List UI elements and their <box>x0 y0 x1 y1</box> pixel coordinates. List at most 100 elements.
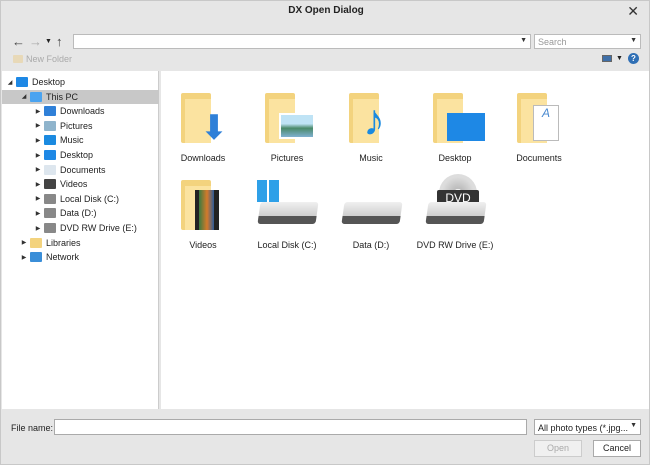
file-item[interactable]: Pictures <box>245 81 329 166</box>
drive-icon <box>257 202 319 224</box>
expand-arrow-icon[interactable]: ▶ <box>34 166 42 173</box>
tree-item-label: Documents <box>60 164 106 175</box>
address-bar[interactable]: ▼ <box>73 34 531 49</box>
picture-icon <box>279 113 315 139</box>
folder-icon <box>181 180 225 230</box>
expand-arrow-icon[interactable]: ▶ <box>34 210 42 217</box>
film-icon <box>195 190 219 230</box>
file-item[interactable]: A Documents <box>497 81 581 166</box>
file-item[interactable]: Desktop <box>413 81 497 166</box>
file-item-label: Documents <box>516 153 562 163</box>
collapse-arrow-icon[interactable]: ◢ <box>20 93 28 100</box>
history-dropdown-icon[interactable]: ▼ <box>45 38 52 45</box>
up-button[interactable]: ↑ <box>56 34 63 49</box>
expand-arrow-icon[interactable]: ▶ <box>34 108 42 115</box>
tree-item-label: Data (D:) <box>60 208 97 219</box>
tree-item-label: Desktop <box>60 150 94 160</box>
dvd-drive-icon <box>44 223 56 233</box>
local-disk-icon <box>44 193 56 204</box>
file-item-label: Downloads <box>180 153 226 163</box>
tree-item-label: Local Disk (C:) <box>60 193 120 204</box>
tree-item-label: This PC <box>46 91 79 102</box>
windows-logo-icon <box>257 180 279 202</box>
tree-item-label: Videos <box>60 179 88 190</box>
file-name-input[interactable] <box>54 419 527 435</box>
folder-icon: ♪ <box>349 93 393 145</box>
documents-icon <box>44 164 56 175</box>
expand-arrow-icon[interactable]: ▶ <box>34 181 42 188</box>
expand-arrow-icon[interactable]: ▶ <box>34 152 42 159</box>
tree-item[interactable]: ▶ Local Disk (C:) <box>2 192 159 206</box>
folder-tree[interactable]: ◢ Desktop ◢ This PC ▶ Downloads ▶ Pictures ▶ Musi… <box>2 71 159 409</box>
new-folder-label: New Folder <box>26 54 73 64</box>
new-folder-button[interactable]: New Folder <box>13 54 72 64</box>
file-item[interactable]: Local Disk (C:) <box>245 168 329 253</box>
expand-arrow-icon[interactable]: ▶ <box>34 122 42 129</box>
expand-arrow-icon[interactable]: ▶ <box>34 225 42 232</box>
file-item[interactable]: Videos <box>161 168 245 253</box>
tree-item-label: Libraries <box>46 237 81 248</box>
tree-item[interactable]: ▶ Desktop <box>2 148 159 162</box>
expand-arrow-icon[interactable]: ▶ <box>34 195 42 202</box>
downloads-icon <box>44 106 56 117</box>
file-item[interactable]: ♪ Music <box>329 81 413 166</box>
chevron-down-icon: ▼ <box>630 422 637 429</box>
tree-item[interactable]: ▶ DVD RW Drive (E:) <box>2 221 159 235</box>
tree-item[interactable]: ▶ Libraries <box>2 236 159 250</box>
music-icon <box>44 135 56 146</box>
file-item-label: Videos <box>189 240 217 250</box>
forward-button[interactable]: → <box>29 34 42 49</box>
file-list[interactable]: ⬇ Downloads Pictures ♪ Music Desktop A Document… <box>161 71 649 409</box>
close-icon[interactable]: ✕ <box>627 3 639 20</box>
libraries-icon <box>30 237 42 248</box>
desktop-monitor-icon <box>447 113 485 141</box>
drive-icon <box>425 202 487 224</box>
file-item[interactable]: DVD DVD RW Drive (E:) <box>413 168 497 253</box>
tree-item[interactable]: ▶ Data (D:) <box>2 206 159 220</box>
folder-icon: ⬇ <box>181 93 228 145</box>
view-mode-icon[interactable] <box>602 55 612 62</box>
network-icon <box>30 252 42 263</box>
tree-item-label: Music <box>60 135 84 146</box>
file-type-select[interactable]: All photo types (*.jpg... ▼ <box>534 419 641 435</box>
tree-item[interactable]: ▶ Videos <box>2 177 159 191</box>
tree-item[interactable]: ◢ This PC <box>2 89 159 104</box>
drive-icon <box>341 202 403 224</box>
tree-item[interactable]: ▶ Network <box>2 250 159 264</box>
help-icon[interactable]: ? <box>628 53 639 64</box>
desktop-icon <box>44 150 56 160</box>
tree-item-label: Desktop <box>32 77 66 87</box>
drive-icon <box>44 208 56 219</box>
cancel-button[interactable]: Cancel <box>593 440 641 457</box>
expand-arrow-icon[interactable]: ▶ <box>20 254 28 261</box>
folder-icon: A <box>517 93 561 143</box>
expand-arrow-icon[interactable]: ▶ <box>20 239 28 246</box>
desktop-icon <box>16 77 28 87</box>
chevron-down-icon[interactable]: ▼ <box>520 37 527 44</box>
file-name-label: File name: <box>11 423 54 433</box>
collapse-arrow-icon[interactable]: ◢ <box>6 79 14 86</box>
tree-item[interactable]: ▶ Downloads <box>2 104 159 118</box>
folder-icon <box>433 93 485 143</box>
tree-item-label: Network <box>46 252 80 263</box>
file-item[interactable]: ⬇ Downloads <box>161 81 245 166</box>
open-button[interactable]: Open <box>534 440 582 457</box>
tree-item[interactable]: ▶ Music <box>2 133 159 147</box>
tree-item[interactable]: ◢ Desktop <box>2 75 159 89</box>
tree-item[interactable]: ▶ Documents <box>2 163 159 177</box>
file-item[interactable]: Data (D:) <box>329 168 413 253</box>
window-title: DX Open Dialog <box>288 5 364 16</box>
expand-arrow-icon[interactable]: ▶ <box>34 137 42 144</box>
tree-item[interactable]: ▶ Pictures <box>2 119 159 133</box>
search-input[interactable]: Search ▼ <box>534 34 641 49</box>
file-item-label: Pictures <box>270 153 304 163</box>
file-type-value: All photo types (*.jpg... <box>538 423 629 433</box>
view-dropdown-icon[interactable]: ▼ <box>616 55 623 62</box>
tree-item-label: Pictures <box>60 120 93 131</box>
folder-icon <box>265 93 315 143</box>
chevron-down-icon[interactable]: ▼ <box>630 37 637 44</box>
file-item-label: DVD RW Drive (E:) <box>416 240 494 250</box>
back-button[interactable]: ← <box>12 34 25 49</box>
pictures-icon <box>44 120 56 131</box>
videos-icon <box>44 179 56 190</box>
